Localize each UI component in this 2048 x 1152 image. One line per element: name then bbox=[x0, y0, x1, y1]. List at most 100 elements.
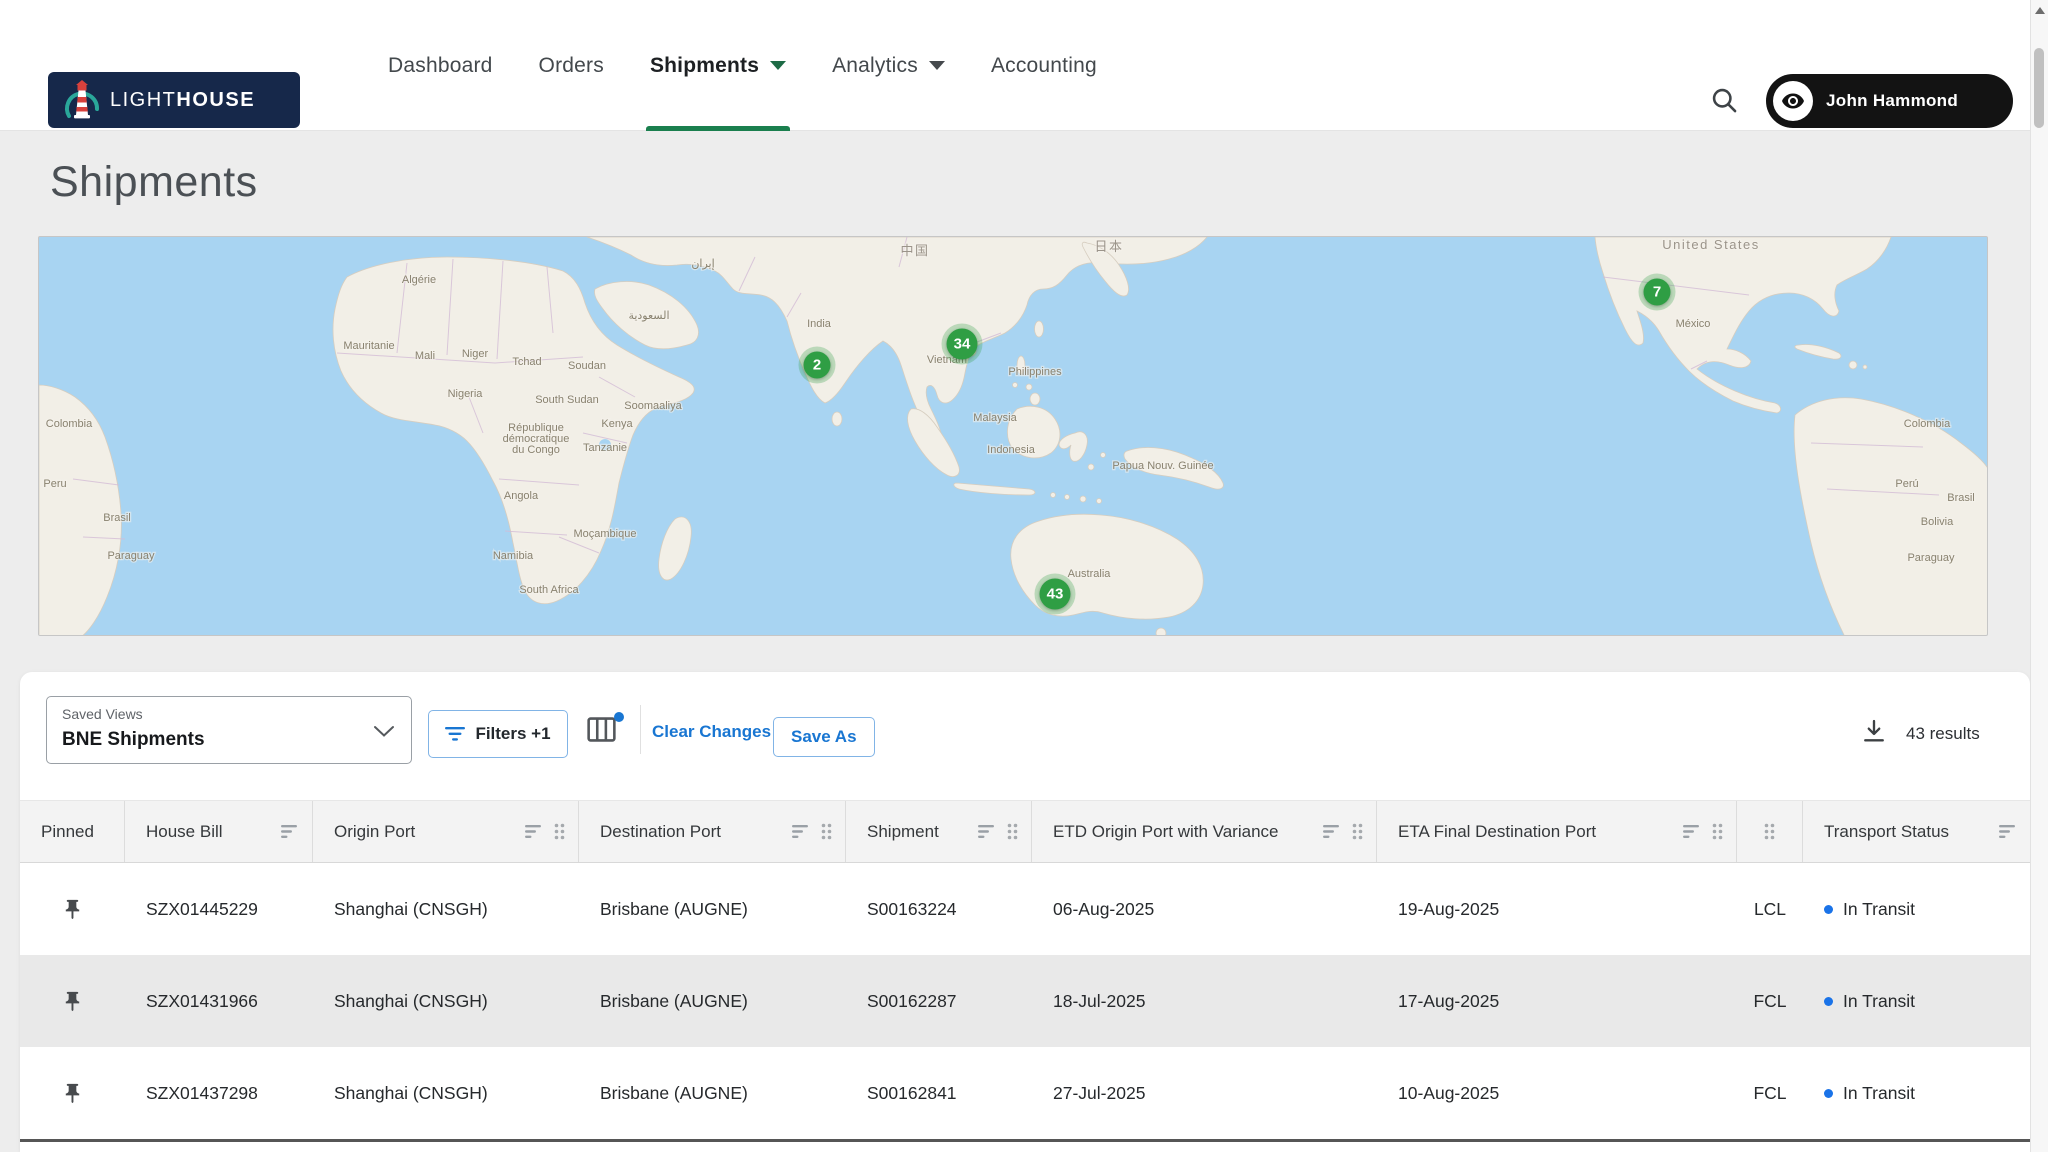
column-header-label: Transport Status bbox=[1824, 822, 1999, 842]
map-country-label: Colombia bbox=[1904, 418, 1951, 430]
cell-shipment: S00163224 bbox=[846, 863, 1032, 955]
pin-button[interactable] bbox=[20, 955, 125, 1047]
nav-item-accounting[interactable]: Accounting bbox=[991, 0, 1097, 131]
column-header-destination[interactable]: Destination Port bbox=[579, 801, 846, 862]
nav-item-label: Analytics bbox=[832, 54, 918, 78]
map-country-label: South Africa bbox=[519, 584, 579, 596]
scrollbar-up-arrow[interactable] bbox=[2031, 2, 2048, 18]
search-icon bbox=[1710, 86, 1738, 114]
cell-destination: Brisbane (AUGNE) bbox=[579, 955, 846, 1047]
cell-etd: 06-Aug-2025 bbox=[1032, 863, 1377, 955]
map-cluster-marker[interactable]: 43 bbox=[1040, 579, 1071, 610]
sort-icon[interactable] bbox=[792, 824, 811, 839]
vertical-scrollbar[interactable] bbox=[2030, 0, 2048, 1152]
pin-button[interactable] bbox=[20, 1047, 125, 1139]
nav-item-orders[interactable]: Orders bbox=[539, 0, 604, 131]
user-name: John Hammond bbox=[1826, 91, 1958, 111]
cell-status: In Transit bbox=[1803, 863, 2030, 955]
user-menu-button[interactable]: John Hammond bbox=[1766, 74, 2013, 128]
filters-button[interactable]: Filters +1 bbox=[428, 710, 568, 758]
sort-icon[interactable] bbox=[1323, 824, 1342, 839]
saved-views-select[interactable]: Saved Views BNE Shipments bbox=[46, 696, 412, 764]
map-country-label: Tchad bbox=[512, 356, 541, 368]
column-settings-button[interactable] bbox=[586, 716, 620, 748]
lighthouse-logo[interactable]: LIGHTHOUSE bbox=[48, 72, 300, 128]
map-country-label: Tanzanie bbox=[583, 442, 627, 454]
drag-handle-icon[interactable] bbox=[1763, 822, 1776, 841]
save-as-button[interactable]: Save As bbox=[773, 717, 875, 757]
search-button[interactable] bbox=[1710, 86, 1742, 118]
cell-status: In Transit bbox=[1803, 1047, 2030, 1139]
filter-icon bbox=[445, 727, 465, 741]
map-cluster-marker[interactable]: 2 bbox=[804, 352, 831, 379]
drag-handle-icon[interactable] bbox=[1711, 822, 1724, 841]
map-country-label: Niger bbox=[462, 348, 489, 360]
drag-handle-icon[interactable] bbox=[553, 822, 566, 841]
nav-item-label: Orders bbox=[539, 54, 604, 78]
map-cluster-marker[interactable]: 34 bbox=[947, 329, 978, 360]
map[interactable]: ColombiaPeruBrasilParaguayMauritanieAlgé… bbox=[38, 236, 1988, 636]
map-country-label: Australia bbox=[1068, 568, 1112, 580]
pin-button[interactable] bbox=[20, 863, 125, 955]
chevron-down-icon bbox=[929, 61, 945, 70]
column-header-label: House Bill bbox=[146, 822, 281, 842]
drag-handle-icon[interactable] bbox=[1351, 822, 1364, 841]
sort-icon[interactable] bbox=[281, 824, 300, 839]
cell-origin: Shanghai (CNSGH) bbox=[313, 1047, 579, 1139]
clear-changes-button[interactable]: Clear Changes bbox=[652, 722, 771, 742]
download-icon bbox=[1860, 716, 1888, 746]
download-button[interactable] bbox=[1860, 716, 1890, 748]
column-header-pin[interactable]: Pinned bbox=[20, 801, 125, 862]
sort-icon[interactable] bbox=[525, 824, 544, 839]
chevron-down-icon bbox=[770, 61, 786, 70]
nav-item-analytics[interactable]: Analytics bbox=[832, 0, 945, 131]
cell-house_bill: SZX01445229 bbox=[125, 863, 313, 955]
drag-handle-icon[interactable] bbox=[1006, 822, 1019, 841]
map-country-label: Indonesia bbox=[987, 444, 1036, 456]
drag-handle-icon[interactable] bbox=[820, 822, 833, 841]
status-dot bbox=[1824, 1089, 1833, 1098]
table-row[interactable]: SZX01445229Shanghai (CNSGH)Brisbane (AUG… bbox=[20, 863, 2030, 955]
column-header-origin[interactable]: Origin Port bbox=[313, 801, 579, 862]
table-row[interactable]: SZX01431966Shanghai (CNSGH)Brisbane (AUG… bbox=[20, 955, 2030, 1047]
column-header-house_bill[interactable]: House Bill bbox=[125, 801, 313, 862]
map-country-label: India bbox=[807, 318, 832, 330]
scrollbar-thumb[interactable] bbox=[2034, 48, 2044, 128]
status-text: In Transit bbox=[1843, 1083, 1915, 1104]
chevron-down-icon bbox=[373, 725, 395, 738]
cell-mode: LCL bbox=[1737, 863, 1803, 955]
results-count: 43 results bbox=[1906, 724, 1980, 744]
column-header-mode[interactable] bbox=[1737, 801, 1803, 862]
nav-item-shipments[interactable]: Shipments bbox=[650, 0, 786, 131]
sort-icon[interactable] bbox=[1999, 824, 2018, 839]
cell-eta: 17-Aug-2025 bbox=[1377, 955, 1737, 1047]
column-header-shipment[interactable]: Shipment bbox=[846, 801, 1032, 862]
column-header-status[interactable]: Transport Status bbox=[1803, 801, 2030, 862]
map-country-label: السعودية bbox=[628, 310, 669, 322]
map-country-label: إيران bbox=[691, 258, 714, 270]
cell-destination: Brisbane (AUGNE) bbox=[579, 863, 846, 955]
map-country-label: Moçambique bbox=[574, 528, 637, 540]
brand-name: LIGHTHOUSE bbox=[110, 89, 255, 112]
shipments-panel: Saved Views BNE Shipments Filters +1 Cle… bbox=[20, 672, 2030, 1152]
sort-icon[interactable] bbox=[1683, 824, 1702, 839]
cell-house_bill: SZX01431966 bbox=[125, 955, 313, 1047]
map-country-label: 日本 bbox=[1094, 239, 1123, 254]
table-header: Pinned House Bill Origin PortDestination P… bbox=[20, 800, 2030, 863]
map-country-label: Paraguay bbox=[1907, 552, 1955, 564]
cell-shipment: S00162841 bbox=[846, 1047, 1032, 1139]
column-header-eta[interactable]: ETA Final Destination Port bbox=[1377, 801, 1737, 862]
map-country-label: Soomaaliya bbox=[624, 400, 682, 412]
nav-item-dashboard[interactable]: Dashboard bbox=[388, 0, 493, 131]
cell-mode: FCL bbox=[1737, 1047, 1803, 1139]
sort-icon[interactable] bbox=[978, 824, 997, 839]
map-country-label: Mauritanie bbox=[343, 340, 394, 352]
map-country-label: Colombia bbox=[46, 418, 93, 430]
map-country-label: 中国 bbox=[900, 243, 929, 258]
map-cluster-marker[interactable]: 7 bbox=[1644, 279, 1671, 306]
column-header-etd[interactable]: ETD Origin Port with Variance bbox=[1032, 801, 1377, 862]
columns-icon bbox=[586, 716, 617, 743]
table-row[interactable]: SZX01437298Shanghai (CNSGH)Brisbane (AUG… bbox=[20, 1047, 2030, 1139]
map-country-label: Malaysia bbox=[973, 412, 1017, 424]
map-country-label: Mali bbox=[415, 350, 435, 362]
